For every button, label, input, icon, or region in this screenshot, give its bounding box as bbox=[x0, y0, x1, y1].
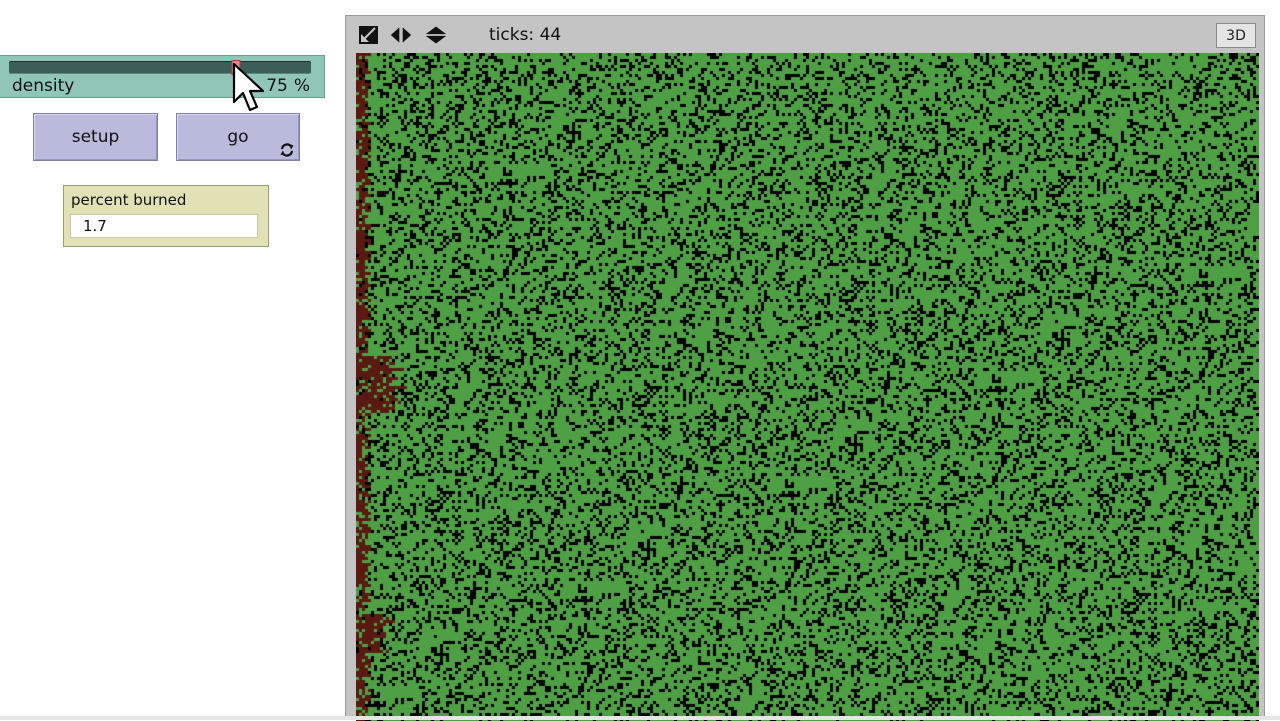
slider-value: 75% bbox=[266, 76, 310, 96]
forever-loop-icon bbox=[280, 143, 294, 157]
slider-value-unit: % bbox=[293, 76, 310, 96]
window-bottom-edge bbox=[0, 716, 1280, 720]
toggle-3d-button[interactable]: 3D bbox=[1216, 23, 1256, 48]
vertical-resize-icon[interactable] bbox=[425, 25, 447, 45]
percent-burned-monitor: percent burned 1.7 bbox=[63, 185, 269, 247]
view-toolbar: ticks: 44 3D bbox=[346, 16, 1264, 53]
shrink-view-icon[interactable] bbox=[358, 25, 380, 45]
go-button-label: go bbox=[227, 127, 249, 147]
slider-label: density bbox=[12, 76, 75, 96]
forest-world[interactable] bbox=[356, 53, 1259, 721]
density-slider[interactable]: density 75% bbox=[0, 55, 325, 98]
world-view: ticks: 44 3D bbox=[345, 15, 1265, 721]
slider-value-number: 75 bbox=[266, 76, 288, 96]
setup-button-label: setup bbox=[71, 127, 120, 147]
horizontal-resize-icon[interactable] bbox=[390, 25, 412, 45]
interface-panel: density 75% setup go percent burned 1.7 bbox=[0, 0, 345, 720]
patch-grid bbox=[356, 53, 1259, 721]
go-button[interactable]: go bbox=[176, 113, 300, 161]
monitor-value: 1.7 bbox=[70, 214, 258, 238]
slider-track[interactable] bbox=[9, 60, 311, 75]
ticks-counter: ticks: 44 bbox=[489, 25, 562, 45]
setup-button[interactable]: setup bbox=[33, 113, 158, 161]
monitor-label: percent burned bbox=[71, 191, 187, 209]
slider-thumb[interactable] bbox=[231, 60, 240, 75]
